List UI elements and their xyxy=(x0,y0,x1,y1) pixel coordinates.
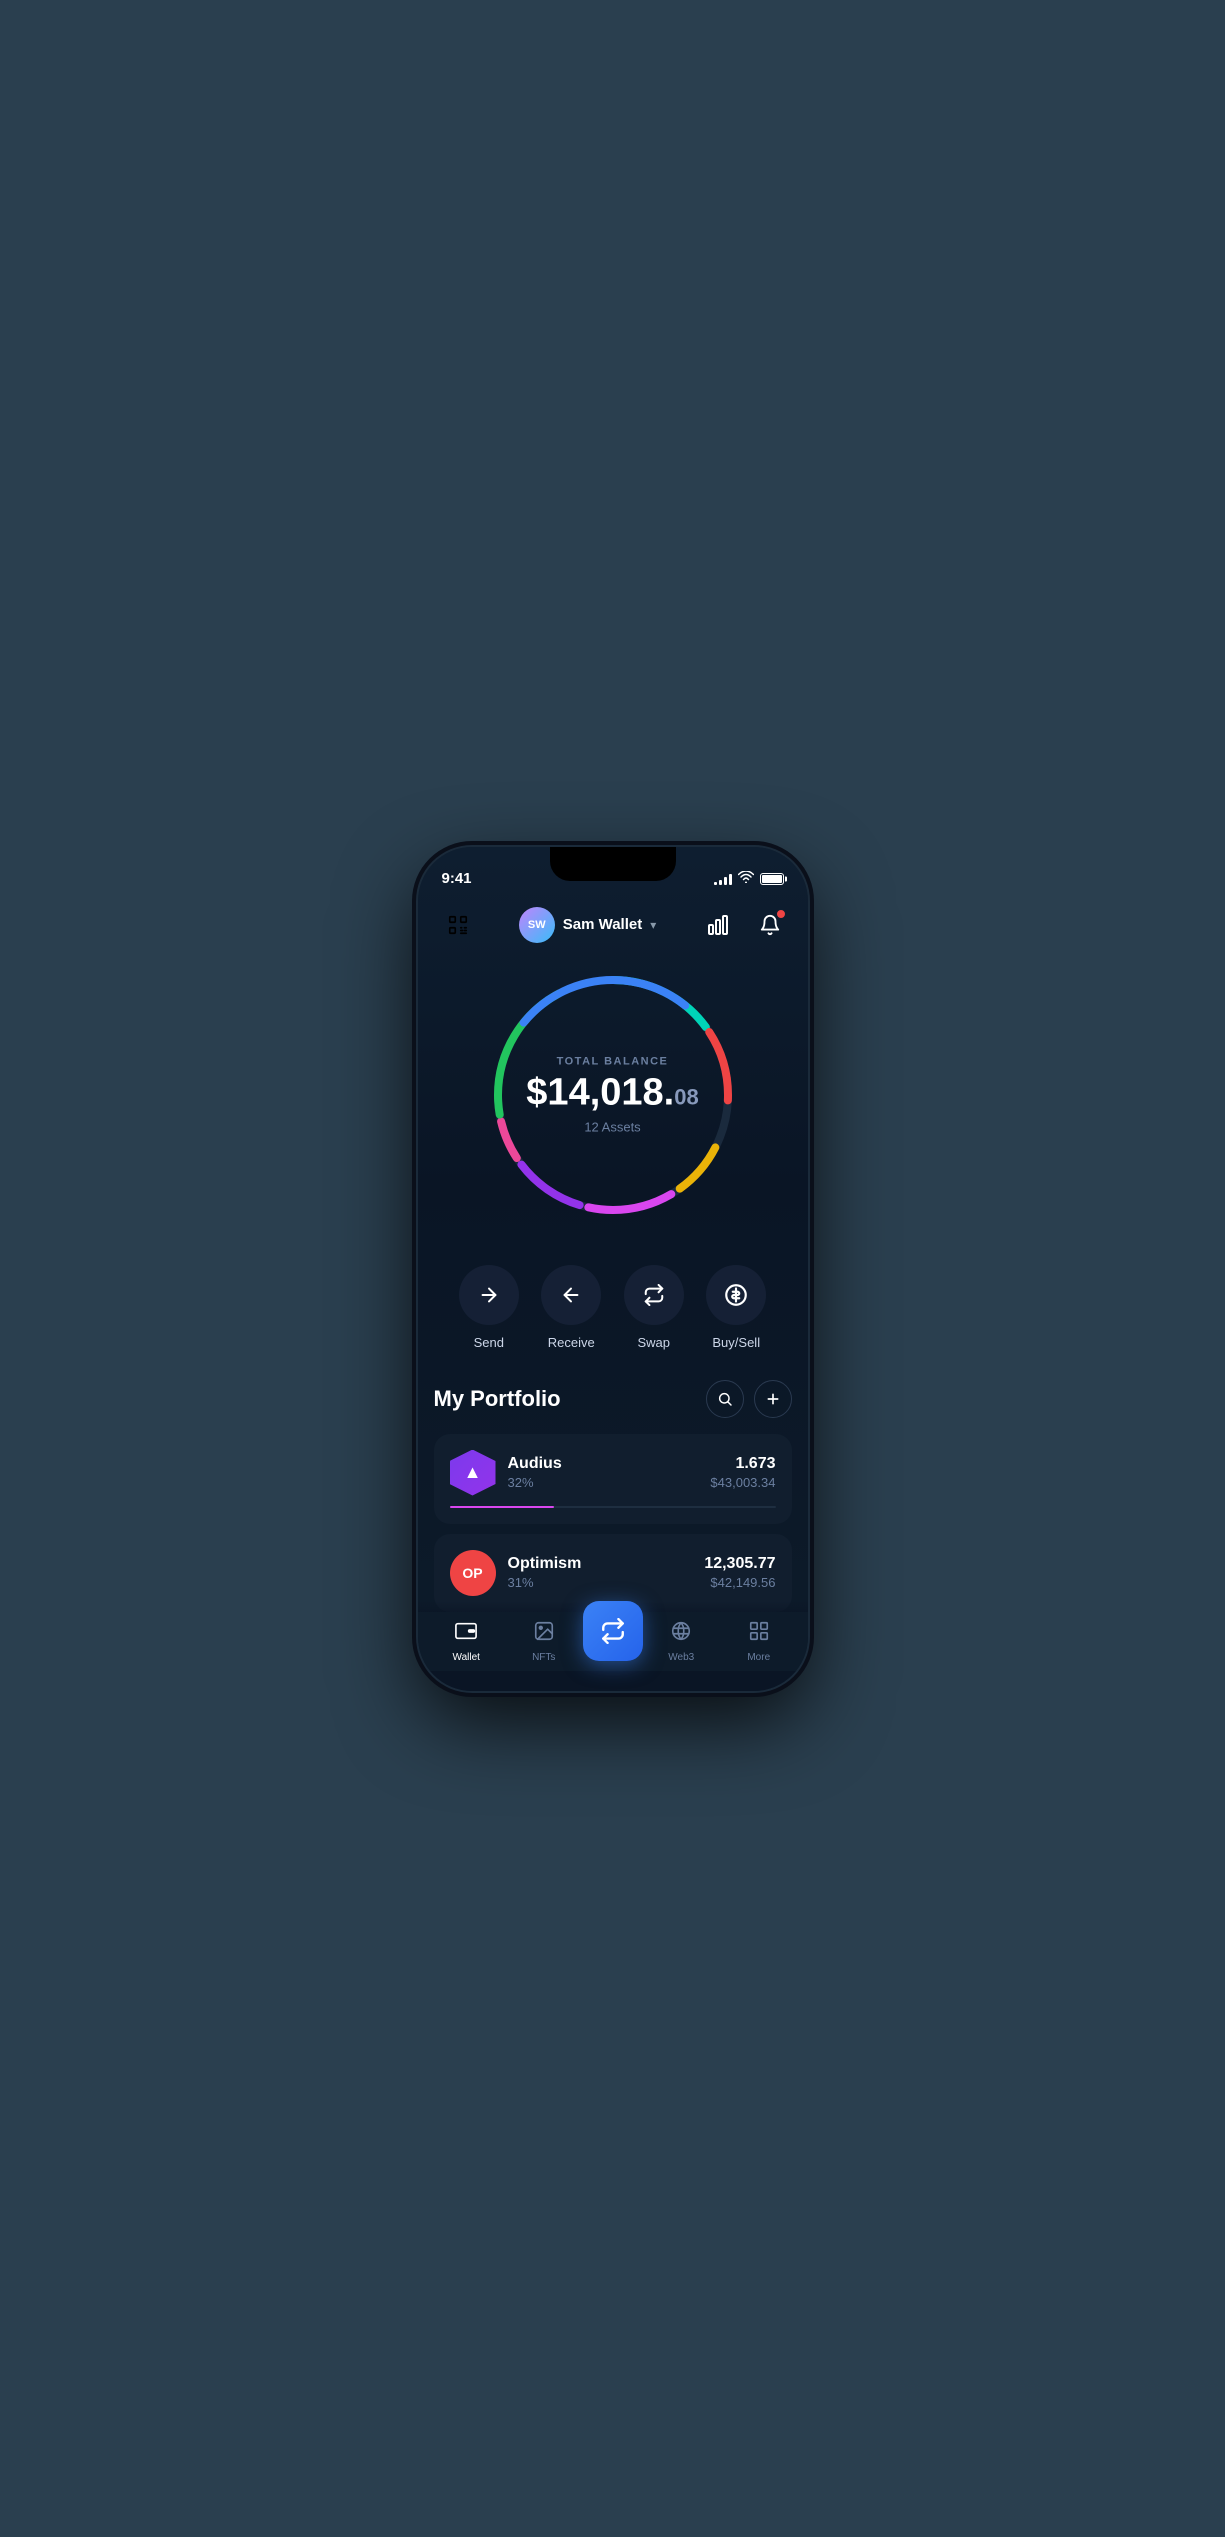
optimism-percentage: 31% xyxy=(508,1575,582,1590)
phone-screen: 9:41 xyxy=(418,847,808,1691)
buysell-icon xyxy=(706,1265,766,1325)
receive-icon xyxy=(541,1265,601,1325)
notch xyxy=(550,847,676,881)
balance-label: TOTAL BALANCE xyxy=(513,1055,713,1067)
nav-right xyxy=(698,905,788,945)
receive-label: Receive xyxy=(548,1335,595,1350)
optimism-amount: 12,305.77 xyxy=(704,1555,775,1573)
optimism-values: 12,305.77 $42,149.56 xyxy=(704,1555,775,1590)
nfts-nav-icon xyxy=(533,1620,555,1648)
audius-amount: 1.673 xyxy=(710,1455,775,1473)
chart-button[interactable] xyxy=(698,905,738,945)
portfolio-header: My Portfolio xyxy=(434,1380,792,1418)
asset-left-optimism: OP Optimism 31% xyxy=(450,1550,582,1596)
status-time: 9:41 xyxy=(442,870,472,887)
signal-bars-icon xyxy=(714,873,732,885)
asset-left-audius: ▲ Audius 32% xyxy=(450,1450,562,1496)
bottom-nav: Wallet NFTs xyxy=(418,1602,808,1691)
nav-wallet[interactable]: Wallet xyxy=(428,1620,506,1663)
notification-dot xyxy=(776,909,786,919)
wallet-nav-label: Wallet xyxy=(453,1652,480,1663)
send-label: Send xyxy=(474,1335,504,1350)
nfts-nav-label: NFTs xyxy=(532,1652,555,1663)
asset-card-optimism[interactable]: OP Optimism 31% 12,305.77 $42,149.56 xyxy=(434,1534,792,1612)
center-action-button[interactable] xyxy=(583,1601,643,1661)
notification-button[interactable] xyxy=(752,907,788,943)
more-nav-label: More xyxy=(747,1652,770,1663)
portfolio-title: My Portfolio xyxy=(434,1386,561,1412)
chevron-down-icon: ▾ xyxy=(650,918,656,932)
wallet-avatar: SW xyxy=(519,907,555,943)
balance-assets: 12 Assets xyxy=(513,1119,713,1134)
audius-values: 1.673 $43,003.34 xyxy=(710,1455,775,1490)
wallet-name: Sam Wallet xyxy=(563,916,642,933)
optimism-icon: OP xyxy=(450,1550,496,1596)
nav-more[interactable]: More xyxy=(720,1620,798,1663)
wallet-nav-icon xyxy=(455,1620,477,1648)
optimism-name: Optimism xyxy=(508,1555,582,1573)
balance-amount: $14,018.08 xyxy=(513,1073,713,1111)
swap-button[interactable]: Swap xyxy=(624,1265,684,1350)
buysell-button[interactable]: Buy/Sell xyxy=(706,1265,766,1350)
audius-progress-fill xyxy=(450,1506,554,1508)
swap-icon xyxy=(624,1265,684,1325)
asset-row-audius: ▲ Audius 32% 1.673 $43,003.34 xyxy=(450,1450,776,1496)
balance-center: TOTAL BALANCE $14,018.08 12 Assets xyxy=(513,1055,713,1134)
audius-value: $43,003.34 xyxy=(710,1475,775,1490)
buysell-label: Buy/Sell xyxy=(712,1335,760,1350)
audius-progress-bar xyxy=(450,1506,776,1508)
bottom-nav-inner: Wallet NFTs xyxy=(418,1612,808,1671)
status-icons xyxy=(714,871,784,886)
audius-info: Audius 32% xyxy=(508,1455,562,1490)
scan-button[interactable] xyxy=(438,905,478,945)
phone-frame: 9:41 xyxy=(418,847,808,1691)
web3-nav-label: Web3 xyxy=(668,1652,694,1663)
nav-nfts[interactable]: NFTs xyxy=(505,1620,583,1663)
search-button[interactable] xyxy=(706,1380,744,1418)
send-button[interactable]: Send xyxy=(459,1265,519,1350)
receive-button[interactable]: Receive xyxy=(541,1265,601,1350)
audius-name: Audius xyxy=(508,1455,562,1473)
balance-ring: TOTAL BALANCE $14,018.08 12 Assets xyxy=(483,965,743,1225)
add-asset-button[interactable] xyxy=(754,1380,792,1418)
nav-center-button[interactable] xyxy=(583,1621,643,1661)
swap-label: Swap xyxy=(637,1335,670,1350)
asset-row-optimism: OP Optimism 31% 12,305.77 $42,149.56 xyxy=(450,1550,776,1596)
top-nav: SW Sam Wallet ▾ xyxy=(418,897,808,955)
send-icon xyxy=(459,1265,519,1325)
wifi-icon xyxy=(738,871,754,886)
wallet-selector[interactable]: SW Sam Wallet ▾ xyxy=(519,907,657,943)
audius-icon: ▲ xyxy=(450,1450,496,1496)
web3-nav-icon xyxy=(670,1620,692,1648)
more-nav-icon xyxy=(748,1620,770,1648)
audius-percentage: 32% xyxy=(508,1475,562,1490)
battery-icon xyxy=(760,873,784,885)
portfolio-actions xyxy=(706,1380,792,1418)
optimism-info: Optimism 31% xyxy=(508,1555,582,1590)
action-buttons: Send Receive xyxy=(418,1245,808,1380)
nav-web3[interactable]: Web3 xyxy=(643,1620,721,1663)
balance-section: TOTAL BALANCE $14,018.08 12 Assets xyxy=(418,955,808,1245)
optimism-value: $42,149.56 xyxy=(704,1575,775,1590)
asset-card-audius[interactable]: ▲ Audius 32% 1.673 $43,003.34 xyxy=(434,1434,792,1524)
